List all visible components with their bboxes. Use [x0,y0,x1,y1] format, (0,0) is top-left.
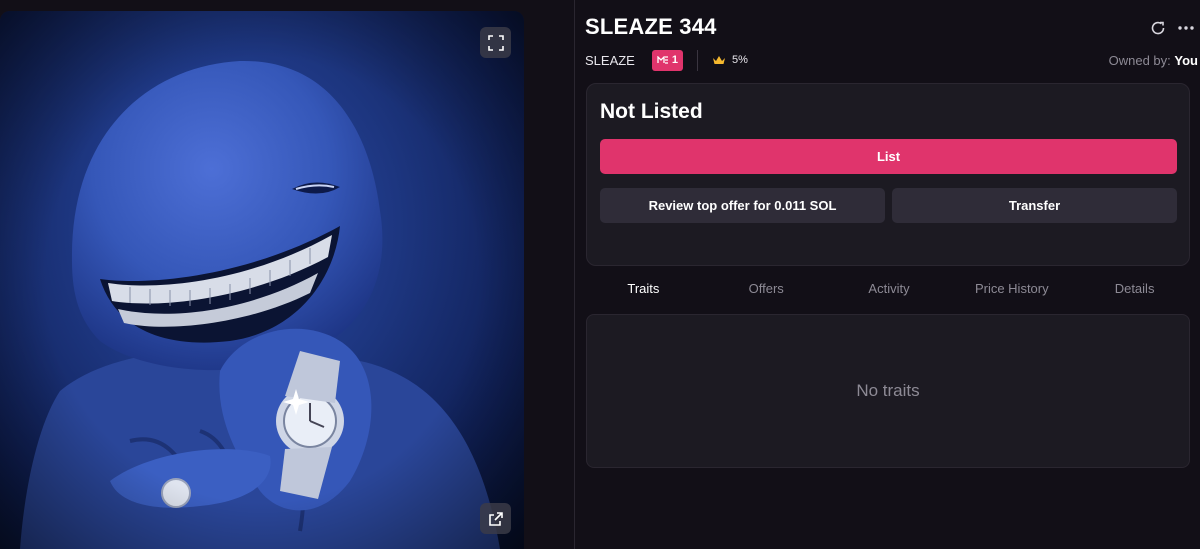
tab-offers[interactable]: Offers [705,276,828,302]
crown-icon [712,56,725,64]
tab-price-history[interactable]: Price History [950,276,1073,302]
me-rank-value: 1 [671,54,678,66]
fullscreen-button[interactable] [480,27,511,58]
no-traits-message: No traits [856,381,920,400]
tab-activity[interactable]: Activity [828,276,951,302]
item-meta-row: SLEAZE 1 5% [585,49,748,71]
detail-tabs: Traits Offers Activity Price History Det… [582,276,1196,302]
owned-by-label: Owned by: [1108,53,1171,68]
me-rank-badge: 1 [651,49,683,71]
collection-link[interactable]: SLEAZE [585,53,635,68]
royalty-value: 5% [731,54,748,66]
traits-panel: No traits [586,314,1190,468]
tab-traits[interactable]: Traits [582,276,705,302]
tab-details[interactable]: Details [1073,276,1196,302]
refresh-button[interactable] [1148,18,1168,38]
royalty-info: 5% [712,54,748,66]
open-external-button[interactable] [480,503,511,534]
external-link-icon [488,511,503,526]
owner-name[interactable]: You [1174,53,1198,68]
item-title: SLEAZE 344 [585,14,717,39]
more-icon [1178,26,1194,30]
nft-image[interactable] [0,11,524,549]
listing-status: Not Listed [600,100,703,123]
review-offer-button[interactable]: Review top offer for 0.011 SOL [600,188,885,223]
listing-card: Not Listed List Review top offer for 0.0… [586,83,1190,266]
nft-artwork [0,11,524,549]
panel-divider [574,0,575,549]
list-button[interactable]: List [600,139,1177,174]
more-options-button[interactable] [1176,18,1196,38]
magic-eden-logo [657,56,668,64]
meta-separator [696,49,698,71]
fullscreen-icon [487,34,504,51]
owned-by: Owned by: You [1109,53,1198,68]
refresh-icon [1151,21,1165,35]
transfer-button[interactable]: Transfer [892,188,1177,223]
